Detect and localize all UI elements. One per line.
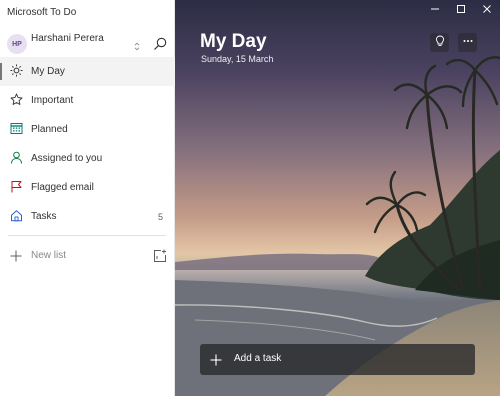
- sun-icon: [10, 64, 23, 77]
- suggestions-button[interactable]: [430, 33, 449, 52]
- new-list-label: New list: [31, 250, 67, 261]
- plus-icon: [210, 353, 222, 366]
- sidebar-item-label: Assigned to you: [31, 153, 103, 164]
- page-date: Sunday, 15 March: [201, 54, 274, 64]
- lightbulb-icon: [434, 34, 446, 52]
- chevron-updown-icon: [134, 42, 140, 53]
- sidebar-item-flagged-email[interactable]: Flagged email: [0, 173, 175, 202]
- page-title: My Day: [200, 31, 267, 52]
- sidebar: Microsoft To Do HP Harshani Perera My Da…: [0, 0, 175, 396]
- sidebar-item-important[interactable]: Important: [0, 86, 175, 115]
- sidebar-item-label: Tasks: [31, 211, 57, 222]
- new-group-icon: [153, 249, 167, 267]
- search-button[interactable]: [152, 36, 168, 52]
- more-icon: [462, 34, 474, 52]
- minimize-button[interactable]: [422, 0, 448, 20]
- sidebar-item-my-day[interactable]: My Day: [0, 57, 175, 86]
- sidebar-item-planned[interactable]: Planned: [0, 115, 175, 144]
- sidebar-item-label: Flagged email: [31, 182, 94, 193]
- account-switcher[interactable]: HP Harshani Perera: [0, 30, 175, 56]
- add-task-placeholder: Add a task: [234, 353, 282, 364]
- user-name: Harshani Perera: [31, 33, 104, 44]
- add-task-input[interactable]: Add a task: [200, 344, 475, 375]
- window-controls: [422, 0, 500, 22]
- sidebar-item-count: 5: [157, 211, 163, 222]
- sidebar-item-label: My Day: [31, 66, 65, 77]
- sidebar-item-label: Important: [31, 95, 74, 106]
- new-list-button[interactable]: New list: [0, 244, 175, 268]
- my-day-pane: My Day Sunday, 15 March Add a task: [175, 0, 500, 396]
- maximize-icon: [456, 4, 466, 17]
- new-group-button[interactable]: [153, 249, 167, 263]
- more-options-button[interactable]: [458, 33, 477, 52]
- calendar-icon: [10, 122, 23, 135]
- close-button[interactable]: [474, 0, 500, 20]
- maximize-button[interactable]: [448, 0, 474, 20]
- close-icon: [482, 4, 492, 17]
- sidebar-divider: [8, 235, 166, 236]
- sidebar-item-label: Planned: [31, 124, 68, 135]
- app-title: Microsoft To Do: [7, 7, 77, 18]
- sidebar-item-assigned-to-you[interactable]: Assigned to you: [0, 144, 175, 173]
- search-icon: [152, 37, 168, 56]
- home-icon: [10, 209, 23, 222]
- avatar: HP: [7, 34, 27, 54]
- minimize-icon: [430, 4, 440, 17]
- person-icon: [10, 151, 23, 164]
- plus-icon: [10, 249, 22, 262]
- sidebar-nav: My Day Important Planned Assigned to you: [0, 57, 175, 231]
- star-icon: [10, 93, 23, 106]
- sidebar-item-tasks[interactable]: Tasks 5: [0, 202, 175, 231]
- flag-icon: [10, 180, 23, 193]
